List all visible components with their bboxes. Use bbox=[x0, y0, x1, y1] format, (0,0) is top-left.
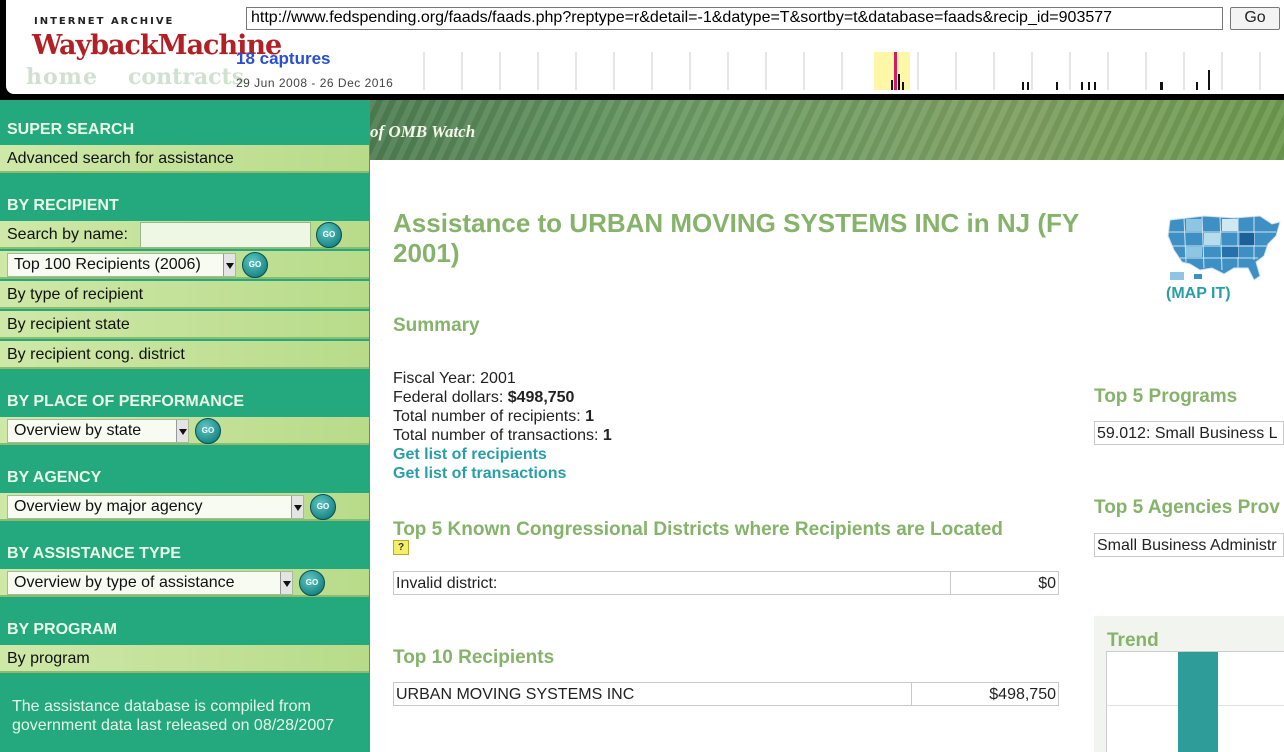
sidebar-item-type-of-recipient[interactable]: By type of recipient bbox=[0, 281, 369, 309]
sidebar-item-label: By recipient state bbox=[7, 316, 130, 333]
districts-heading: Top 5 Known Congressional Districts wher… bbox=[393, 519, 1003, 540]
top-recipients-row: Top 100 Recipients (2006) GO bbox=[0, 251, 369, 279]
trend-heading: Trend bbox=[1107, 630, 1159, 651]
recipient-search-go-button[interactable]: GO bbox=[316, 222, 342, 248]
trend-bar bbox=[1178, 652, 1218, 752]
agency-select[interactable]: Overview by major agency bbox=[7, 495, 304, 519]
top-recipients-select-value: Top 100 Recipients (2006) bbox=[14, 256, 201, 273]
search-by-name-row: Search by name: GO bbox=[0, 221, 369, 249]
federal-dollars-value: $498,750 bbox=[507, 389, 575, 406]
agency-select-value: Overview by major agency bbox=[14, 498, 203, 515]
chevron-down-icon bbox=[291, 496, 303, 518]
by-place-heading: BY PLACE OF PERFORMANCE bbox=[7, 393, 245, 410]
sidebar-item-cong-district[interactable]: By recipient cong. district bbox=[0, 341, 369, 369]
wayback-toolbar: home contracts INTERNET ARCHIVE WaybackM… bbox=[0, 0, 1284, 100]
banner-money-pattern bbox=[370, 100, 1284, 160]
program-row[interactable]: 59.012: Small Business L bbox=[1094, 421, 1284, 445]
recipient-name-input[interactable] bbox=[140, 222, 311, 248]
summary-heading: Summary bbox=[393, 315, 480, 336]
database-note: The assistance database is compiled from… bbox=[12, 698, 335, 734]
total-transactions: Total number of transactions: 1 bbox=[393, 427, 612, 445]
top-recipients-go-button[interactable]: GO bbox=[242, 252, 268, 278]
table-row: Invalid district: $0 bbox=[393, 571, 1059, 595]
help-icon[interactable]: ? bbox=[393, 540, 409, 555]
fiscal-year: Fiscal Year: 2001 bbox=[393, 370, 516, 387]
assistance-select[interactable]: Overview by type of assistance bbox=[7, 571, 293, 595]
assistance-go-button[interactable]: GO bbox=[299, 570, 325, 596]
wayback-logo[interactable]: INTERNET ARCHIVE WaybackMachine bbox=[26, 14, 282, 70]
capture-date-range: 29 Jun 2008 - 26 Dec 2016 bbox=[236, 76, 394, 90]
cell-divider bbox=[911, 683, 912, 705]
cell-divider bbox=[950, 572, 951, 594]
agency-go-button[interactable]: GO bbox=[310, 494, 336, 520]
district-amount: $0 bbox=[1038, 575, 1056, 592]
federal-dollars: Federal dollars: $498,750 bbox=[393, 389, 574, 407]
wayback-toolbar-panel: home contracts INTERNET ARCHIVE WaybackM… bbox=[6, 0, 1284, 94]
agency-row[interactable]: Small Business Administr bbox=[1094, 533, 1284, 557]
sidebar-item-label: By type of recipient bbox=[7, 286, 144, 303]
total-recipients-label: Total number of recipients: bbox=[393, 408, 586, 425]
captures-link[interactable]: 18 captures bbox=[236, 49, 331, 69]
sidebar-item-by-program[interactable]: By program bbox=[0, 645, 369, 673]
internet-archive-label: INTERNET ARCHIVE bbox=[34, 16, 175, 27]
place-go-button[interactable]: GO bbox=[195, 418, 221, 444]
search-by-name-label: Search by name: bbox=[7, 226, 128, 243]
wayback-url-input[interactable]: http://www.fedspending.org/faads/faads.p… bbox=[246, 7, 1223, 30]
recipient-amount: $498,750 bbox=[989, 686, 1056, 703]
recipients-heading: Top 10 Recipients bbox=[393, 647, 555, 668]
map-it-link[interactable]: (MAP IT) bbox=[1166, 285, 1231, 303]
table-row: URBAN MOVING SYSTEMS INC $498,750 bbox=[393, 682, 1059, 706]
chevron-down-icon bbox=[176, 420, 188, 442]
advanced-search-label: Advanced search for assistance bbox=[7, 150, 234, 167]
sidebar-item-label: By recipient cong. district bbox=[7, 346, 185, 363]
top-programs-heading: Top 5 Programs bbox=[1094, 386, 1238, 407]
chevron-down-icon bbox=[223, 254, 235, 276]
assistance-select-value: Overview by type of assistance bbox=[14, 574, 235, 591]
get-recipients-link[interactable]: Get list of recipients bbox=[393, 446, 547, 464]
wayback-go-button[interactable]: Go bbox=[1230, 7, 1280, 30]
by-assistance-heading: BY ASSISTANCE TYPE bbox=[7, 545, 181, 562]
place-select[interactable]: Overview by state bbox=[7, 419, 189, 443]
sidebar-item-label: By program bbox=[7, 650, 90, 667]
district-name: Invalid district: bbox=[396, 575, 498, 592]
place-row: Overview by state GO bbox=[0, 417, 369, 445]
us-map-icon[interactable] bbox=[1164, 210, 1282, 284]
total-transactions-value: 1 bbox=[602, 427, 612, 444]
capture-timeline[interactable] bbox=[418, 50, 1278, 92]
recipient-name: URBAN MOVING SYSTEMS INC bbox=[396, 686, 635, 703]
by-recipient-heading: BY RECIPIENT bbox=[7, 197, 119, 214]
get-transactions-link[interactable]: Get list of transactions bbox=[393, 465, 566, 483]
federal-dollars-label: Federal dollars: bbox=[393, 389, 508, 406]
place-select-value: Overview by state bbox=[14, 422, 142, 439]
top-recipients-select[interactable]: Top 100 Recipients (2006) bbox=[7, 253, 236, 277]
super-search-heading: SUPER SEARCH bbox=[7, 121, 135, 138]
total-recipients-value: 1 bbox=[585, 408, 594, 425]
page-title: Assistance to URBAN MOVING SYSTEMS INC i… bbox=[393, 208, 1079, 268]
sidebar-item-recipient-state[interactable]: By recipient state bbox=[0, 311, 369, 339]
chevron-down-icon bbox=[280, 572, 292, 594]
assistance-row: Overview by type of assistance GO bbox=[0, 569, 369, 597]
by-program-heading: BY PROGRAM bbox=[7, 621, 117, 638]
agency-row: Overview by major agency GO bbox=[0, 493, 369, 521]
header-banner: of OMB Watch bbox=[370, 100, 1284, 160]
banner-tagline: of OMB Watch bbox=[370, 122, 476, 141]
by-agency-heading: BY AGENCY bbox=[7, 469, 102, 486]
total-recipients: Total number of recipients: 1 bbox=[393, 408, 594, 426]
total-transactions-label: Total number of transactions: bbox=[393, 427, 603, 444]
advanced-search-link[interactable]: Advanced search for assistance bbox=[0, 145, 369, 173]
sidebar: SUPER SEARCH Advanced search for assista… bbox=[0, 100, 370, 752]
top-agencies-heading: Top 5 Agencies Prov bbox=[1094, 497, 1280, 518]
